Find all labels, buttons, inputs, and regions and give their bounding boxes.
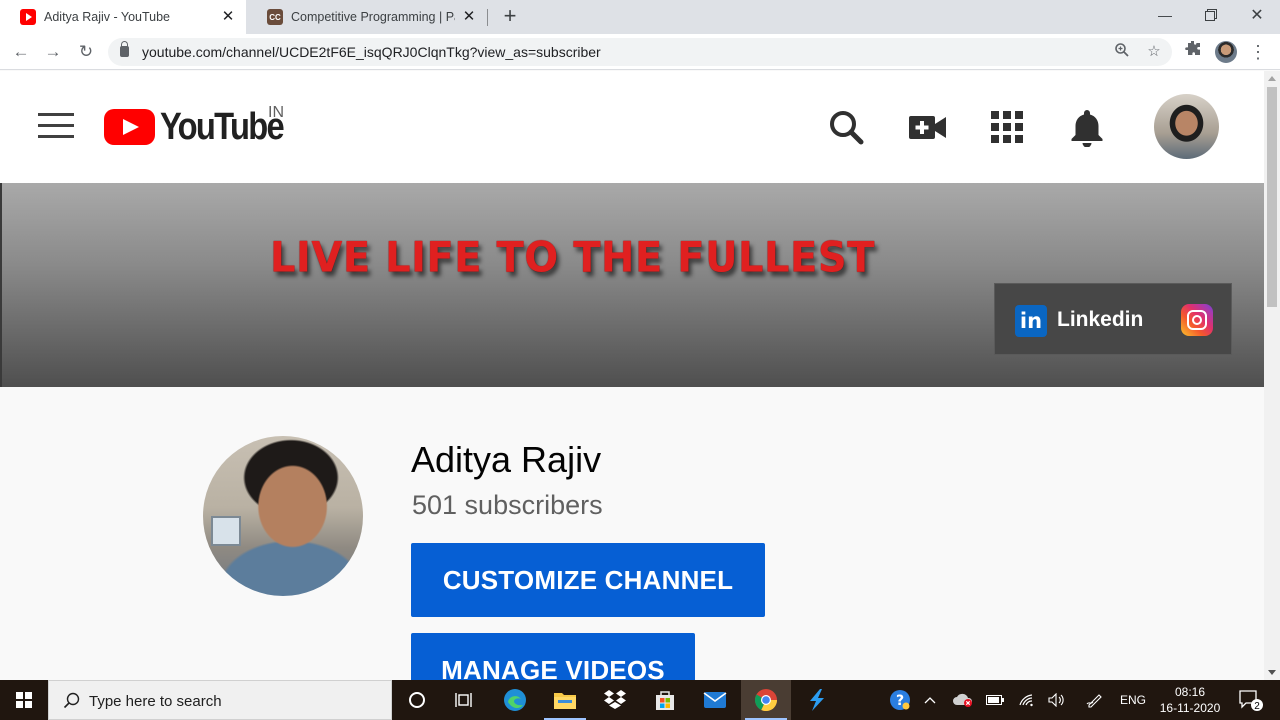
masthead: YouTube IN <box>0 71 1264 183</box>
close-tab-icon[interactable]: ✕ <box>220 9 236 25</box>
task-view-icon[interactable] <box>440 680 490 720</box>
clock-date: 16-11-2020 <box>1159 701 1221 715</box>
microsoft-store-icon[interactable] <box>640 680 690 720</box>
channel-avatar <box>203 436 363 596</box>
system-clock[interactable]: 08:16 16-11-2020 <box>1152 684 1228 716</box>
linkedin-icon[interactable]: in <box>1015 305 1047 337</box>
dropbox-icon[interactable] <box>590 680 640 720</box>
clock-time: 08:16 <box>1174 685 1206 699</box>
youtube-logo[interactable]: YouTube IN <box>104 104 303 148</box>
lock-icon[interactable] <box>120 41 129 57</box>
vscode-icon[interactable] <box>791 680 841 720</box>
browser-toolbar: ← → ↻ youtube.com/channel/UCDE2tF6E_isqQ… <box>0 34 1280 70</box>
avatar-photo-detail <box>211 516 241 546</box>
file-explorer-icon[interactable] <box>540 680 590 720</box>
profile-avatar[interactable] <box>1215 41 1237 63</box>
search-placeholder: Type here to search <box>89 693 222 710</box>
mail-icon[interactable] <box>690 680 740 720</box>
subscriber-count: 501 subscribers <box>412 490 603 520</box>
start-button[interactable] <box>0 680 48 720</box>
show-hidden-icons-icon[interactable] <box>920 680 940 720</box>
tab-youtube[interactable]: Aditya Rajiv - YouTube ✕ <box>0 0 246 34</box>
address-bar[interactable]: youtube.com/channel/UCDE2tF6E_isqQRJ0Clq… <box>108 38 1172 66</box>
taskbar-search[interactable]: Type here to search <box>48 680 392 720</box>
wifi-icon[interactable] <box>1016 680 1038 720</box>
instagram-icon[interactable] <box>1181 304 1213 336</box>
youtube-play-icon <box>104 109 155 145</box>
tab-title: Competitive Programming | Parti <box>291 10 455 24</box>
windows-logo-icon <box>16 692 32 708</box>
tab-strip: Aditya Rajiv - YouTube ✕ CC Competitive … <box>0 0 1280 34</box>
linkedin-link[interactable]: Linkedin <box>1057 308 1143 332</box>
codechef-favicon-icon: CC <box>267 9 283 25</box>
scroll-thumb[interactable] <box>1267 87 1277 307</box>
input-language[interactable]: ENG <box>1116 680 1150 720</box>
channel-name: Aditya Rajiv <box>411 439 602 480</box>
scroll-down-icon[interactable] <box>1268 670 1276 675</box>
forward-icon[interactable]: → <box>41 40 65 64</box>
create-video-icon[interactable] <box>907 107 947 147</box>
chrome-icon[interactable] <box>741 680 791 720</box>
reload-icon[interactable]: ↻ <box>74 40 98 64</box>
notification-count: 2 <box>1254 701 1260 712</box>
page-scrollbar[interactable] <box>1264 71 1280 680</box>
cortana-icon[interactable] <box>392 680 442 720</box>
manage-videos-button[interactable]: MANAGE VIDEOS <box>411 633 695 680</box>
notifications-bell-icon[interactable] <box>1067 107 1107 148</box>
account-avatar[interactable] <box>1154 94 1219 159</box>
notifications-icon[interactable]: 2 <box>1232 680 1268 720</box>
onedrive-icon[interactable] <box>950 680 976 720</box>
tab-codechef[interactable]: CC Competitive Programming | Parti ✕ <box>247 0 487 34</box>
volume-icon[interactable] <box>1046 680 1068 720</box>
youtube-page: YouTube IN LIVE LIFE TO THE FULLEST in L… <box>0 71 1264 680</box>
channel-banner: LIVE LIFE TO THE FULLEST in Linkedin <box>0 183 1264 387</box>
search-icon[interactable] <box>826 107 866 147</box>
zoom-icon[interactable] <box>1112 42 1132 62</box>
close-tab-icon[interactable]: ✕ <box>461 9 477 25</box>
tab-title: Aditya Rajiv - YouTube <box>44 10 171 24</box>
help-icon[interactable]: ? <box>886 680 914 720</box>
battery-icon[interactable] <box>984 680 1006 720</box>
bookmark-star-icon[interactable]: ☆ <box>1144 42 1164 62</box>
edge-icon[interactable] <box>490 680 540 720</box>
menu-kebab-icon[interactable]: ⋮ <box>1246 40 1270 64</box>
minimize-icon[interactable]: — <box>1142 0 1188 30</box>
new-tab-icon[interactable]: + <box>498 5 522 29</box>
banner-social-links: in Linkedin <box>994 283 1232 355</box>
apps-grid-icon[interactable] <box>987 107 1027 147</box>
banner-tagline: LIVE LIFE TO THE FULLEST <box>270 233 875 283</box>
back-icon[interactable]: ← <box>9 40 33 64</box>
restore-icon[interactable] <box>1188 0 1234 30</box>
youtube-favicon-icon <box>20 9 36 25</box>
search-icon <box>63 692 80 709</box>
url-text: youtube.com/channel/UCDE2tF6E_isqQRJ0Clq… <box>142 44 601 60</box>
customize-channel-button[interactable]: CUSTOMIZE CHANNEL <box>411 543 765 617</box>
pen-workspace-icon[interactable] <box>1084 680 1106 720</box>
scroll-up-icon[interactable] <box>1268 76 1276 81</box>
extensions-icon[interactable] <box>1181 40 1205 64</box>
hamburger-menu-icon[interactable] <box>38 113 74 141</box>
windows-taskbar: Type here to search ? ENG 08:16 16-11-20… <box>0 680 1280 720</box>
close-window-icon[interactable]: ✕ <box>1234 0 1280 30</box>
logo-wordmark: YouTube <box>160 105 285 148</box>
tab-divider <box>487 9 488 26</box>
region-code: IN <box>268 104 284 121</box>
